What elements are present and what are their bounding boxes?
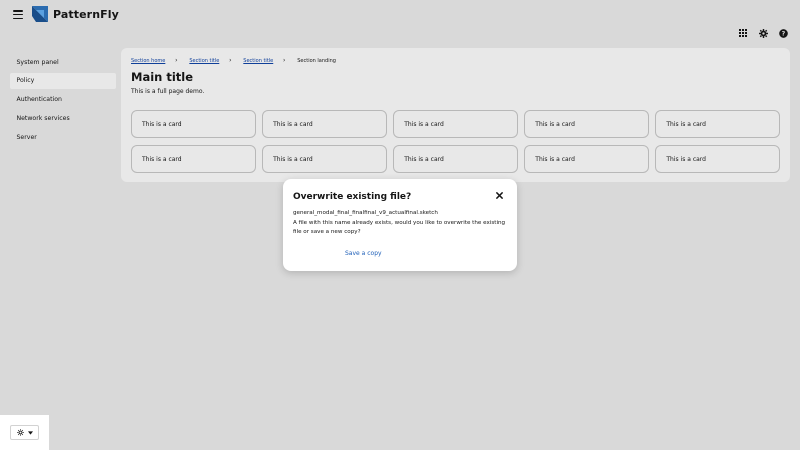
main-content: Section home › Section title › Section t… <box>121 48 790 182</box>
header-toolbar: ? <box>738 28 788 38</box>
sidebar-item-policy[interactable]: Policy <box>10 72 116 89</box>
brand-name: PatternFly <box>53 7 119 21</box>
masthead: PatternFly ? <box>0 0 800 48</box>
caret-down-icon <box>27 430 33 435</box>
svg-text:?: ? <box>781 30 785 37</box>
card[interactable]: This is a card <box>655 145 780 173</box>
breadcrumb-link-section-title-2[interactable]: Section title <box>243 58 273 64</box>
modal-filename: general_modal_final_finalfinal_v9_actual… <box>293 210 438 216</box>
card[interactable]: This is a card <box>655 110 780 138</box>
sidebar-item-label: Authentication <box>16 96 62 104</box>
chevron-right-icon: › <box>175 57 178 64</box>
page-description: This is a full page demo. <box>131 88 205 95</box>
sidebar-nav: System panel Policy Authentication Netwo… <box>10 54 116 148</box>
card[interactable]: This is a card <box>393 145 518 173</box>
help-icon[interactable]: ? <box>778 28 788 38</box>
sidebar-item-system-panel[interactable]: System panel <box>10 54 116 70</box>
page-title: Main title <box>131 70 194 84</box>
modal-body-text: A file with this name already exists, wo… <box>293 220 506 235</box>
card[interactable]: This is a card <box>393 110 518 138</box>
overwrite-modal: Overwrite existing file? general_modal_f… <box>283 179 517 271</box>
sun-icon <box>16 429 24 436</box>
grid-icon[interactable] <box>738 28 748 38</box>
patternfly-logo-icon <box>32 6 48 22</box>
modal-title: Overwrite existing file? <box>293 192 412 202</box>
breadcrumb-current: Section landing <box>297 57 336 64</box>
menu-icon[interactable] <box>13 10 23 19</box>
gear-icon[interactable] <box>758 28 768 38</box>
card[interactable]: This is a card <box>262 110 387 138</box>
brand-logo[interactable]: PatternFly <box>32 6 119 22</box>
card[interactable]: This is a card <box>262 145 387 173</box>
theme-switcher-panel <box>0 415 49 450</box>
sidebar-item-network-services[interactable]: Network services <box>10 110 116 126</box>
chevron-right-icon: › <box>283 57 286 64</box>
sidebar-item-label: Network services <box>16 114 70 122</box>
card[interactable]: This is a card <box>524 145 649 173</box>
sidebar-item-label: Policy <box>16 77 35 85</box>
card[interactable]: This is a card <box>524 110 649 138</box>
card[interactable]: This is a card <box>131 145 256 173</box>
chevron-right-icon: › <box>229 57 232 64</box>
breadcrumb-link-section-home[interactable]: Section home <box>131 58 165 64</box>
card-grid: This is a card This is a card This is a … <box>131 110 780 173</box>
close-icon[interactable] <box>495 191 504 200</box>
breadcrumb: Section home › Section title › Section t… <box>131 57 336 64</box>
sidebar-item-authentication[interactable]: Authentication <box>10 92 116 108</box>
sidebar-item-label: Server <box>16 133 37 141</box>
card[interactable]: This is a card <box>131 110 256 138</box>
sidebar-item-label: System panel <box>16 58 59 66</box>
theme-toggle-button[interactable] <box>10 425 39 440</box>
save-copy-button[interactable]: Save a copy <box>345 250 382 257</box>
sidebar-item-server[interactable]: Server <box>10 129 116 145</box>
breadcrumb-link-section-title[interactable]: Section title <box>189 58 219 64</box>
